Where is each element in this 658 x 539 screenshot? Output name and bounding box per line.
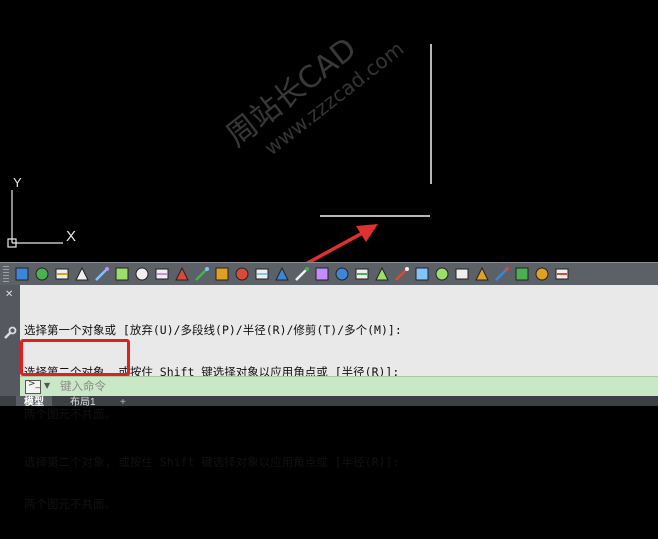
toolbar bbox=[0, 262, 658, 286]
group-icon[interactable] bbox=[134, 266, 150, 282]
attribute-icon[interactable] bbox=[494, 266, 510, 282]
close-icon[interactable]: ✕ bbox=[5, 289, 13, 300]
history-line: 选择第一个对象或 [放弃(U)/多段线(P)/半径(R)/修剪(T)/多个(M)… bbox=[24, 323, 402, 337]
trim-icon[interactable] bbox=[454, 266, 470, 282]
save-icon[interactable] bbox=[34, 266, 50, 282]
pen-icon[interactable] bbox=[394, 266, 410, 282]
history-line: 两个图元不共面。 bbox=[24, 497, 116, 511]
layer-icon[interactable] bbox=[94, 266, 110, 282]
move-icon[interactable] bbox=[254, 266, 270, 282]
page-icon[interactable] bbox=[554, 266, 570, 282]
tab-layout1[interactable]: 布局1 bbox=[62, 396, 104, 406]
draw-line-icon[interactable] bbox=[334, 266, 350, 282]
extend-icon[interactable] bbox=[474, 266, 490, 282]
properties-icon[interactable] bbox=[54, 266, 70, 282]
match-icon[interactable] bbox=[74, 266, 90, 282]
drawing-canvas[interactable]: Y X 周站长CAD www.zzzcad.com bbox=[0, 0, 658, 262]
command-history: 选择第一个对象或 [放弃(U)/多段线(P)/半径(R)/修剪(T)/多个(M)… bbox=[24, 295, 654, 539]
ucs-icon bbox=[7, 190, 63, 248]
toolbar-grip[interactable] bbox=[3, 266, 9, 282]
wrench-icon[interactable] bbox=[3, 325, 17, 344]
color-icon[interactable] bbox=[354, 266, 370, 282]
command-input[interactable] bbox=[60, 379, 620, 394]
history-line: 选择第二个对象, 或按住 Shift 键选择对象以应用角点或 [半径(R)]: bbox=[24, 455, 400, 469]
stretch-icon[interactable] bbox=[274, 266, 290, 282]
canvas-graphics bbox=[7, 44, 432, 262]
ucs-y-label: Y bbox=[13, 175, 22, 190]
command-window-sidebar: ✕ bbox=[0, 285, 20, 396]
highlight-box bbox=[20, 339, 130, 376]
annotation-arrow bbox=[305, 224, 378, 262]
circle-icon[interactable] bbox=[114, 266, 130, 282]
select-window-icon[interactable] bbox=[314, 266, 330, 282]
point-icon[interactable] bbox=[374, 266, 390, 282]
chevron-down-icon[interactable]: ▼ bbox=[44, 381, 50, 390]
toolbar-icons bbox=[12, 266, 572, 282]
history-line: 两个图元不共面。 bbox=[24, 407, 116, 421]
command-prompt-icon[interactable]: >_ bbox=[25, 379, 41, 394]
lamp-icon[interactable] bbox=[514, 266, 530, 282]
tab-model[interactable]: 模型 bbox=[16, 396, 52, 406]
block-icon[interactable] bbox=[154, 266, 170, 282]
dim-aligned-icon[interactable] bbox=[214, 266, 230, 282]
add-layout-button[interactable]: + bbox=[112, 396, 134, 406]
dim-linear-icon[interactable] bbox=[194, 266, 210, 282]
lineweight-icon[interactable] bbox=[414, 266, 430, 282]
mirror-icon[interactable] bbox=[234, 266, 250, 282]
command-input-bar: >_ ▼ bbox=[20, 376, 658, 397]
table-icon[interactable] bbox=[434, 266, 450, 282]
measure-icon[interactable] bbox=[294, 266, 310, 282]
new-icon[interactable] bbox=[14, 266, 30, 282]
insert-icon[interactable] bbox=[174, 266, 190, 282]
text-icon[interactable] bbox=[534, 266, 550, 282]
ucs-x-label: X bbox=[66, 228, 77, 245]
layout-tabs: 模型 布局1 + bbox=[0, 396, 658, 406]
